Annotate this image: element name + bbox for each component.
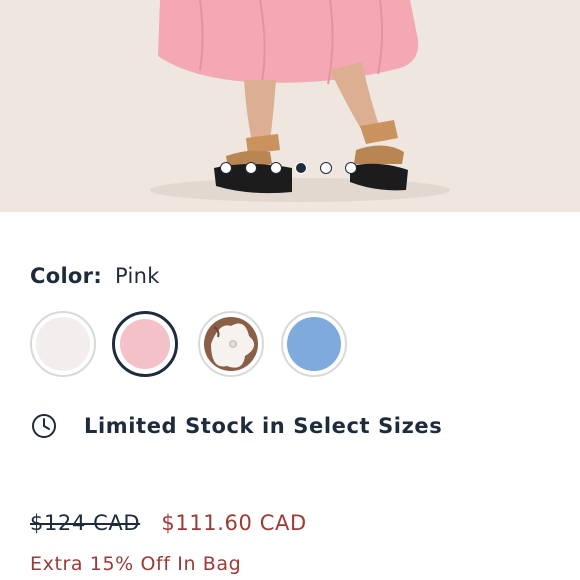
swatch-pink[interactable]	[112, 311, 178, 377]
product-image[interactable]	[0, 0, 580, 212]
price-row: $124 CAD $111.60 CAD	[30, 511, 307, 535]
swatch-white-fill	[36, 317, 90, 371]
swatch-pink-fill	[120, 319, 170, 369]
carousel-dot-6[interactable]	[345, 162, 357, 174]
sale-price: $111.60 CAD	[161, 511, 307, 535]
selected-color-value: Pink	[115, 264, 160, 288]
swatch-floral[interactable]	[198, 311, 264, 377]
color-selector-heading: Color: Pink	[30, 264, 160, 288]
promo-text: Extra 15% Off In Bag	[30, 553, 242, 575]
carousel-dot-2[interactable]	[245, 162, 257, 174]
carousel-dot-4[interactable]	[295, 162, 307, 174]
carousel-dot-1[interactable]	[220, 162, 232, 174]
swatch-blue[interactable]	[281, 311, 347, 377]
color-label: Color:	[30, 264, 103, 288]
clock-icon	[32, 414, 56, 438]
model-photo	[0, 0, 580, 212]
original-price: $124 CAD	[30, 511, 141, 535]
swatch-white[interactable]	[30, 311, 96, 377]
stock-text: Limited Stock in Select Sizes	[84, 414, 443, 438]
swatch-floral-fill	[204, 317, 258, 371]
carousel-dot-5[interactable]	[320, 162, 332, 174]
swatch-blue-fill	[287, 317, 341, 371]
carousel-dot-3[interactable]	[270, 162, 282, 174]
